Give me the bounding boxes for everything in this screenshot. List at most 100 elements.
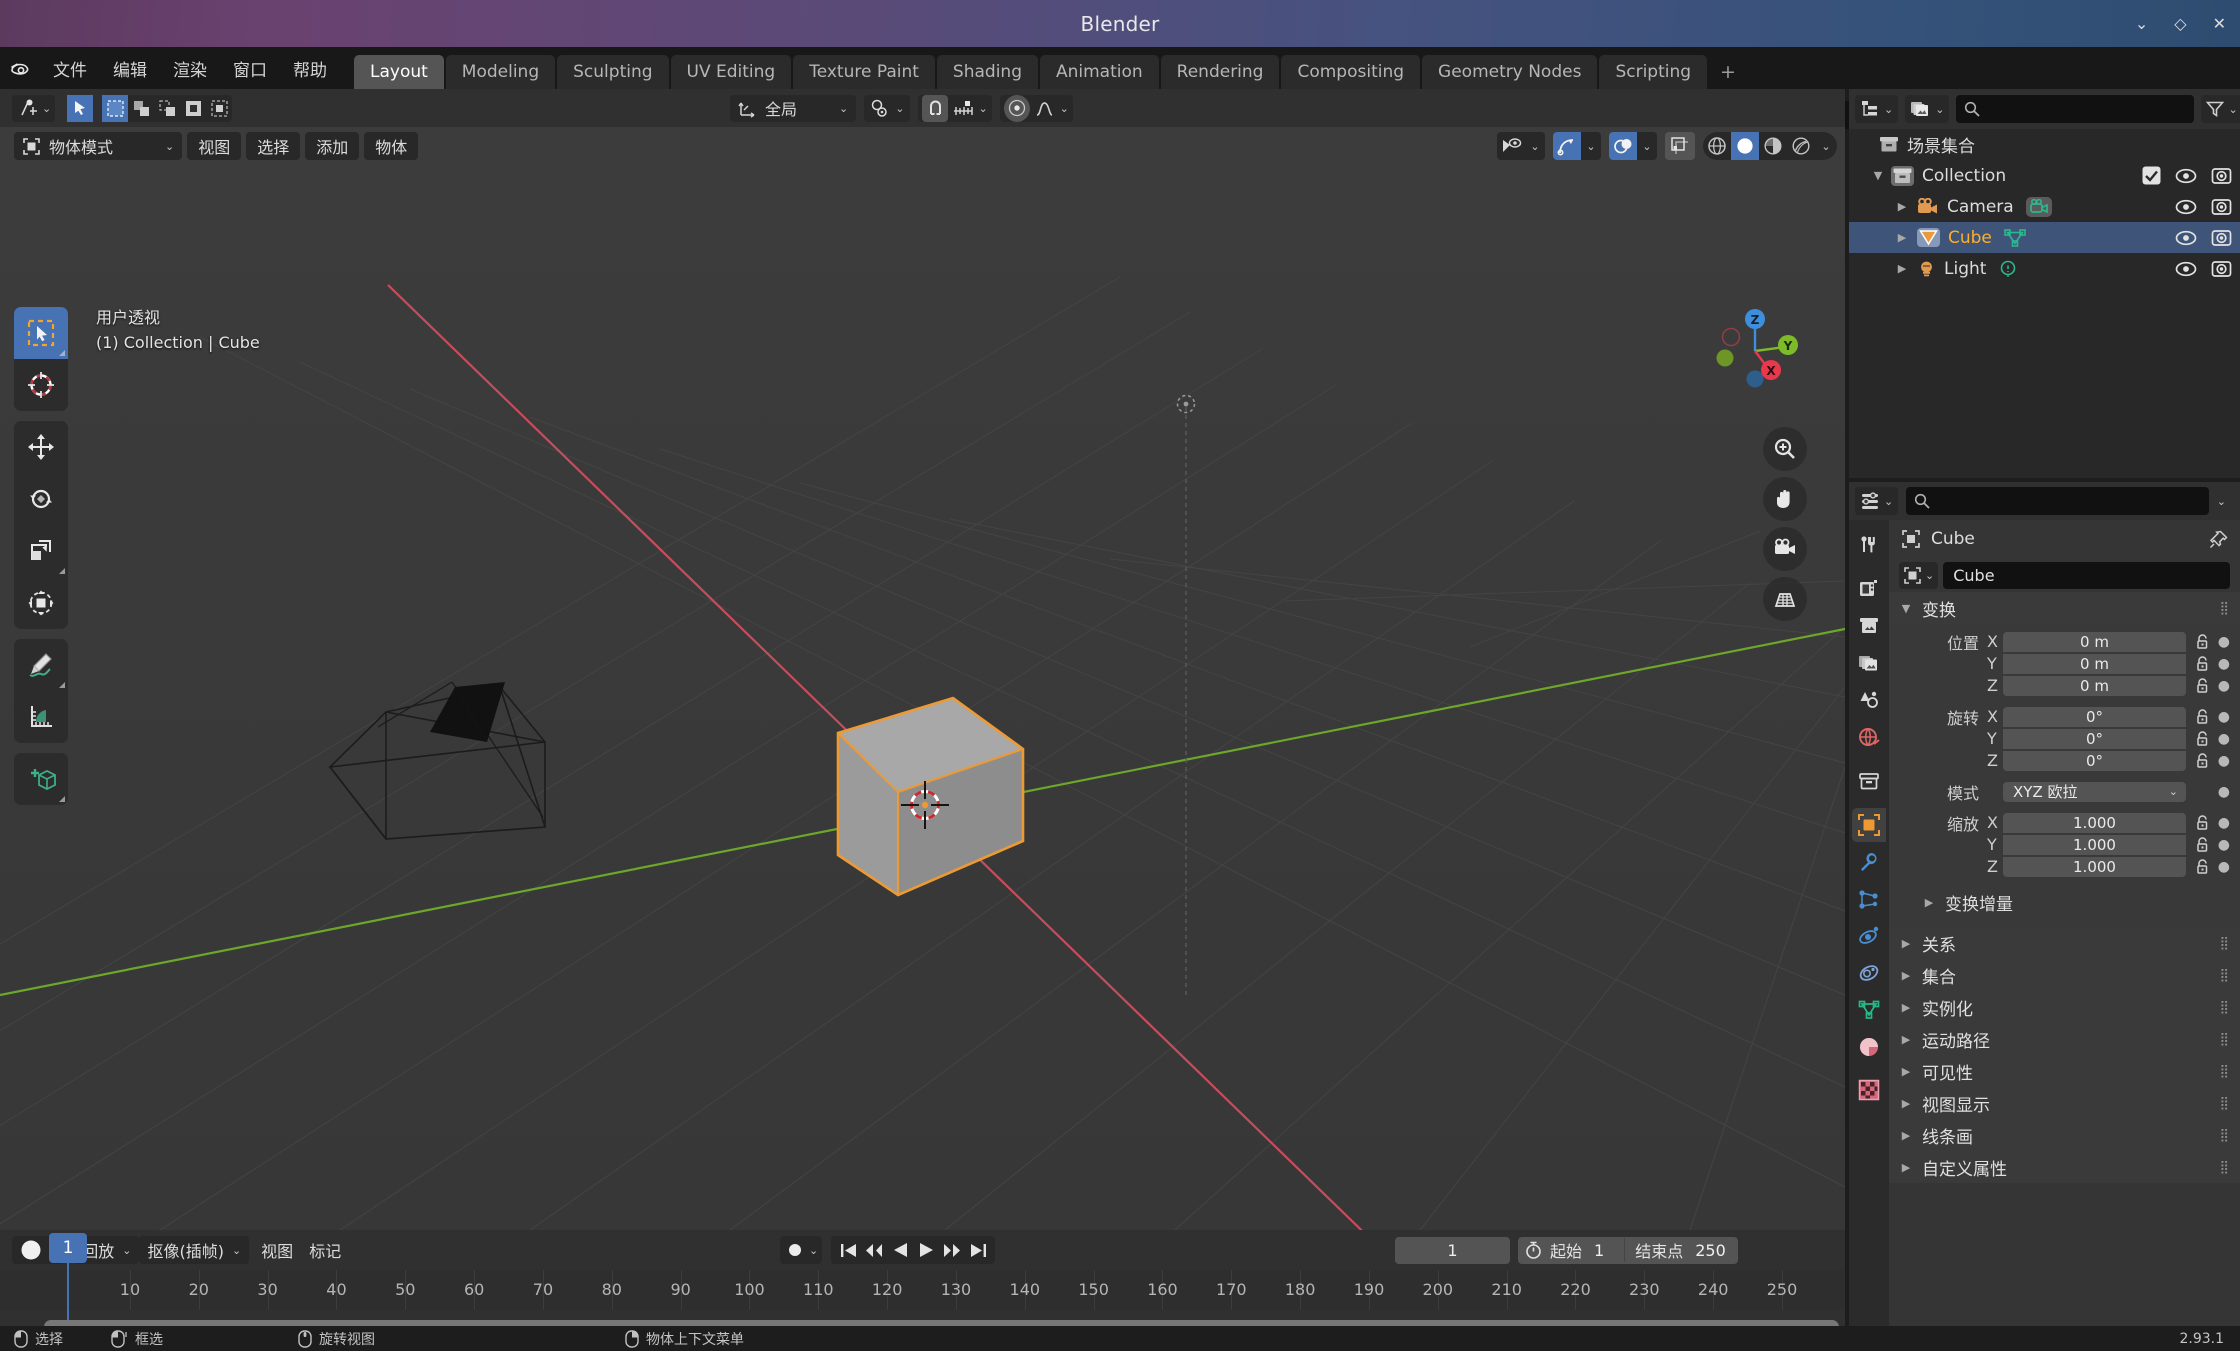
properties-tab-view-layer[interactable] xyxy=(1852,646,1886,680)
animate-property-dot[interactable]: ● xyxy=(2218,634,2230,650)
transform-pivot-dropdown[interactable]: ⌄ xyxy=(864,94,911,122)
select-set-icon[interactable] xyxy=(102,94,129,122)
scale-tool[interactable] xyxy=(14,525,68,577)
disclosure-triangle-icon[interactable]: ▶ xyxy=(1922,896,1936,909)
select-tool-active-button[interactable] xyxy=(67,94,94,122)
pan-hand-icon[interactable] xyxy=(1763,477,1807,521)
lock-scale-z-icon[interactable] xyxy=(2194,858,2211,875)
transform-tool[interactable] xyxy=(14,577,68,629)
lock-rotation-z-icon[interactable] xyxy=(2194,752,2211,769)
disclosure-triangle-icon[interactable]: ▶ xyxy=(1895,200,1909,213)
add-workspace-button[interactable]: + xyxy=(1709,55,1747,89)
outliner-search-input[interactable] xyxy=(1956,95,2195,123)
lock-location-y-icon[interactable] xyxy=(2194,655,2211,672)
rotation-z-field[interactable]: 0° xyxy=(2003,750,2186,771)
solid-shading-icon[interactable] xyxy=(1731,132,1759,160)
eye-icon[interactable] xyxy=(2175,261,2197,277)
eye-icon[interactable] xyxy=(2175,168,2197,184)
camera-data-icon[interactable] xyxy=(2025,196,2052,217)
properties-tab-render[interactable] xyxy=(1852,572,1886,606)
menu-render[interactable]: 渲染 xyxy=(160,52,220,85)
outliner-row-scene-collection[interactable]: ▶ 场景集合 xyxy=(1849,129,2240,160)
playhead-frame-indicator[interactable]: 1 xyxy=(49,1233,87,1263)
panel-drag-handle[interactable]: ⣿ xyxy=(2219,1064,2230,1079)
outliner-display-mode-dropdown[interactable]: ⌄ xyxy=(1855,95,1899,123)
transform-panel-header[interactable]: ▼ 变换 ⣿ xyxy=(1889,592,2240,624)
jump-to-start-icon[interactable] xyxy=(835,1237,861,1263)
properties-editor[interactable]: ⌄ ⌄ Cube ⌄ Cube ▼ 变换 ⣿ 位置 X 0 m ● Y 0 m … xyxy=(1849,482,2240,1326)
object-name-field[interactable]: Cube xyxy=(1943,561,2230,589)
chevron-down-icon[interactable]: ⌄ xyxy=(1815,132,1837,160)
viewport-navigation-gizmo[interactable]: Z Y X xyxy=(1709,305,1801,397)
outliner-editor[interactable]: ⌄ ⌄ ⌄ ▶ 场景集合 ▼ Collection xyxy=(1849,89,2240,478)
outliner-filter-dropdown[interactable]: ⌄ xyxy=(2201,95,2240,123)
animate-property-dot[interactable]: ● xyxy=(2218,815,2230,831)
panel-drag-handle[interactable]: ⣿ xyxy=(2219,1000,2230,1015)
maximize-icon[interactable]: ◇ xyxy=(2174,15,2186,32)
frame-end-value[interactable]: 250 xyxy=(1687,1241,1738,1260)
eye-icon[interactable] xyxy=(2175,199,2197,215)
pin-icon[interactable] xyxy=(2209,530,2228,549)
select-subtract-icon[interactable] xyxy=(154,95,180,122)
disclosure-triangle-icon[interactable]: ▶ xyxy=(1895,262,1909,275)
rendered-shading-icon[interactable] xyxy=(1787,132,1815,160)
animate-property-dot[interactable]: ● xyxy=(2218,709,2230,725)
panel-drag-handle[interactable]: ⣿ xyxy=(2219,601,2230,616)
chevron-down-icon[interactable]: ⌄ xyxy=(1525,132,1545,160)
camera-render-icon[interactable] xyxy=(2211,198,2232,216)
chevron-down-icon[interactable]: ⌄ xyxy=(1637,132,1657,160)
panel-header-line-art[interactable]: ▶ 线条画 ⣿ xyxy=(1889,1119,2240,1151)
timeline-menu-view[interactable]: 视图 xyxy=(253,1236,301,1264)
properties-editor-type-dropdown[interactable]: ⌄ xyxy=(1855,487,1899,515)
properties-search-input[interactable] xyxy=(1906,487,2209,515)
properties-tab-tool[interactable] xyxy=(1852,528,1886,562)
lock-rotation-x-icon[interactable] xyxy=(2194,708,2211,725)
transform-orientation-dropdown[interactable]: 全局 ⌄ xyxy=(730,94,857,122)
auto-keying-toggle[interactable]: ⌄ xyxy=(780,1236,823,1264)
lock-location-x-icon[interactable] xyxy=(2194,633,2211,650)
timeline-menu-marker[interactable]: 标记 xyxy=(301,1236,349,1264)
outliner-search-field[interactable] xyxy=(1987,100,2187,118)
lock-scale-x-icon[interactable] xyxy=(2194,814,2211,831)
properties-tab-texture[interactable] xyxy=(1852,1073,1886,1107)
disclosure-triangle-icon[interactable]: ▶ xyxy=(1899,937,1913,950)
outliner-row-collection[interactable]: ▼ Collection xyxy=(1849,160,2240,191)
active-tool-settings-dropdown[interactable]: ⌄ xyxy=(12,94,56,122)
panel-drag-handle[interactable]: ⣿ xyxy=(2219,936,2230,951)
workspace-tab-shading[interactable]: Shading xyxy=(936,55,1038,89)
magnet-icon[interactable] xyxy=(922,94,949,122)
viewport-menu-add[interactable]: 添加 xyxy=(305,132,360,160)
workspace-tab-modeling[interactable]: Modeling xyxy=(445,55,556,89)
rotate-tool[interactable] xyxy=(14,473,68,525)
cursor-tool[interactable] xyxy=(14,359,68,411)
scale-z-field[interactable]: 1.000 xyxy=(2003,856,2186,877)
add-cube-tool[interactable] xyxy=(14,753,68,805)
rotation-y-field[interactable]: 0° xyxy=(2003,728,2186,749)
viewport-menu-view[interactable]: 视图 xyxy=(187,132,242,160)
animate-property-dot[interactable]: ● xyxy=(2218,656,2230,672)
material-preview-shading-icon[interactable] xyxy=(1759,132,1787,160)
object-visibility-dropdown[interactable]: ⌄ xyxy=(1497,132,1545,160)
workspace-tab-scripting[interactable]: Scripting xyxy=(1599,55,1708,89)
location-y-field[interactable]: 0 m xyxy=(2003,653,2186,674)
camera-view-icon[interactable] xyxy=(1763,527,1807,571)
select-invert-icon[interactable] xyxy=(180,95,206,122)
frame-start-value[interactable]: 1 xyxy=(1586,1241,1624,1260)
outliner-filter-id-dropdown[interactable]: ⌄ xyxy=(1905,95,1950,123)
outliner-row-cube[interactable]: ▶ Cube xyxy=(1849,222,2240,253)
rotation-x-field[interactable]: 0° xyxy=(2003,706,2186,727)
workspace-tab-compositing[interactable]: Compositing xyxy=(1281,55,1421,89)
toggle-ortho-grid-icon[interactable] xyxy=(1763,577,1807,621)
play-icon[interactable] xyxy=(913,1237,939,1263)
disclosure-triangle-icon[interactable]: ▶ xyxy=(1899,1001,1913,1014)
disclosure-triangle-icon[interactable]: ▶ xyxy=(1899,969,1913,982)
menu-edit[interactable]: 编辑 xyxy=(100,52,160,85)
scale-x-field[interactable]: 1.000 xyxy=(2003,812,2186,833)
panel-drag-handle[interactable]: ⣿ xyxy=(2219,1096,2230,1111)
panel-drag-handle[interactable]: ⣿ xyxy=(2219,1128,2230,1143)
menu-window[interactable]: 窗口 xyxy=(220,52,280,85)
collection-checkbox[interactable] xyxy=(2142,166,2161,185)
camera-render-icon[interactable] xyxy=(2211,260,2232,278)
annotate-tool[interactable] xyxy=(14,639,68,691)
select-extend-icon[interactable] xyxy=(128,95,154,122)
